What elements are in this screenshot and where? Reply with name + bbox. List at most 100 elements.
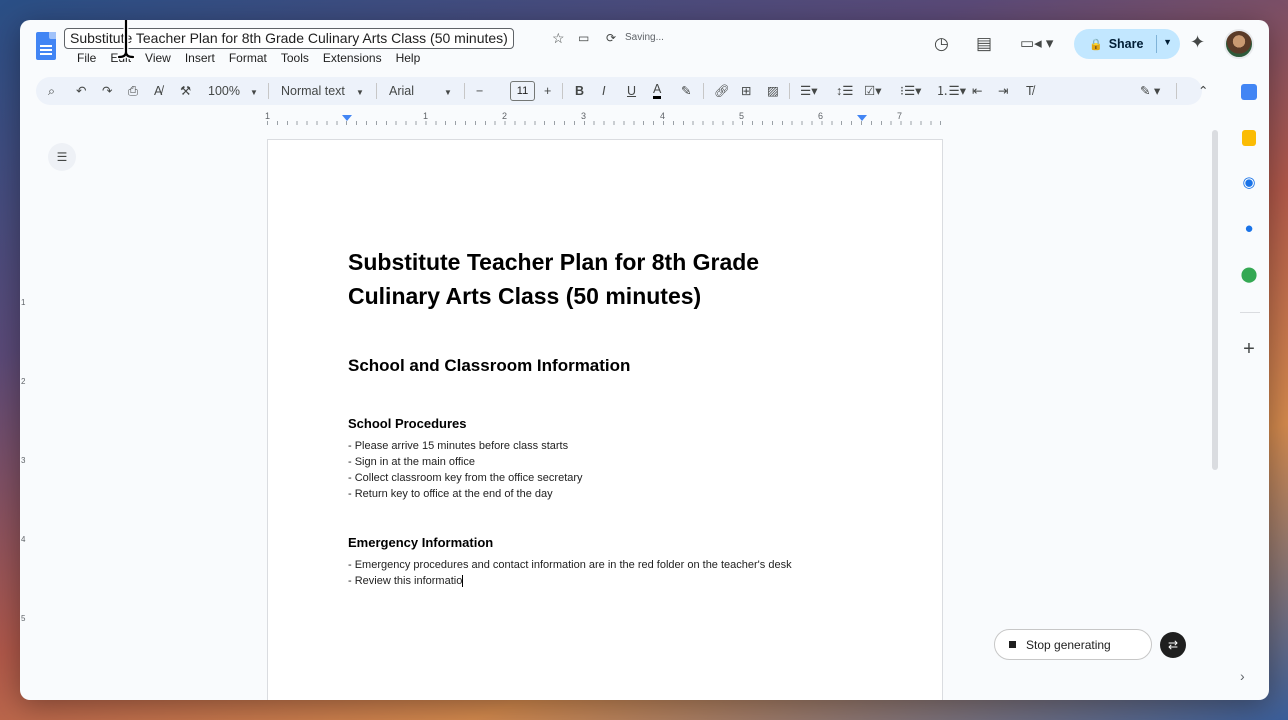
- procedures-heading[interactable]: School Procedures: [348, 416, 466, 431]
- line-spacing-icon[interactable]: ↕☰: [836, 83, 853, 99]
- list-item[interactable]: - Emergency procedures and contact infor…: [348, 557, 792, 573]
- document-page[interactable]: Substitute Teacher Plan for 8th Grade Cu…: [267, 139, 943, 700]
- gemini-icon[interactable]: ✦: [1190, 32, 1205, 53]
- increase-font-icon[interactable]: +: [544, 83, 551, 99]
- bulleted-list-icon[interactable]: ⁝☰▾: [900, 83, 921, 99]
- docs-logo-icon[interactable]: [36, 32, 56, 60]
- menu-file[interactable]: File: [70, 50, 103, 66]
- mouse-cursor-icon: [116, 20, 136, 60]
- checklist-icon[interactable]: ☑▾: [864, 83, 881, 99]
- decrease-font-icon[interactable]: −: [476, 83, 483, 99]
- ruler-number: 6: [818, 111, 824, 121]
- keep-icon[interactable]: [1242, 130, 1256, 146]
- text-cursor: [462, 575, 464, 588]
- calendar-icon[interactable]: [1241, 84, 1257, 100]
- vertical-ruler[interactable]: 1 2 3 4 5: [20, 128, 30, 700]
- undo-icon[interactable]: ↶: [76, 83, 86, 99]
- add-addon-icon[interactable]: +: [1240, 339, 1258, 359]
- horizontal-ruler[interactable]: 1 1 2 3 4 5 6 7: [265, 110, 943, 126]
- chevron-down-icon[interactable]: ▼: [1163, 37, 1172, 47]
- ruler-number: 7: [897, 111, 903, 121]
- editing-mode-icon[interactable]: ✎ ▾: [1140, 83, 1160, 99]
- increase-indent-icon[interactable]: ⇥: [998, 83, 1008, 99]
- print-icon[interactable]: ⎙: [128, 83, 138, 99]
- list-item-text: - Review this informatio: [348, 575, 463, 587]
- ruler-number: 2: [502, 111, 508, 121]
- left-indent-handle[interactable]: [342, 115, 352, 121]
- spellcheck-icon[interactable]: A̸: [154, 83, 162, 99]
- video-icon[interactable]: ▭◂ ▾: [1020, 34, 1053, 52]
- sync-icon: ⟳: [606, 31, 617, 45]
- menu-format[interactable]: Format: [222, 50, 274, 66]
- emergency-list[interactable]: - Emergency procedures and contact infor…: [348, 557, 792, 589]
- list-item[interactable]: - Return key to office at the end of the…: [348, 486, 583, 502]
- decrease-indent-icon[interactable]: ⇤: [972, 83, 982, 99]
- menu-tools[interactable]: Tools: [274, 50, 316, 66]
- zoom-select[interactable]: 100%: [208, 83, 240, 99]
- comment-icon[interactable]: ▤: [976, 34, 992, 54]
- list-item[interactable]: - Review this informatio: [348, 573, 792, 589]
- share-button[interactable]: 🔒 Share ▼: [1074, 29, 1180, 59]
- title-bar: Substitute Teacher Plan for 8th Grade Cu…: [20, 20, 1269, 72]
- contacts-icon[interactable]: ●: [1240, 220, 1258, 238]
- ruler-number: 3: [581, 111, 587, 121]
- bold-icon[interactable]: B: [575, 83, 584, 99]
- font-size-input[interactable]: 11: [510, 81, 535, 101]
- procedures-list[interactable]: - Please arrive 15 minutes before class …: [348, 438, 583, 502]
- menu-view[interactable]: View: [138, 50, 178, 66]
- menu-extensions[interactable]: Extensions: [316, 50, 389, 66]
- list-item[interactable]: - Sign in at the main office: [348, 454, 583, 470]
- ruler-number: 2: [21, 377, 26, 386]
- underline-icon[interactable]: U: [627, 83, 636, 99]
- chevron-right-icon[interactable]: ›: [1240, 668, 1245, 684]
- ruler-number: 4: [660, 111, 666, 121]
- italic-icon[interactable]: I: [602, 83, 605, 99]
- search-icon[interactable]: ⌕: [48, 83, 55, 99]
- chevron-down-icon[interactable]: ▼: [444, 85, 452, 101]
- link-icon[interactable]: 🔗︎: [714, 83, 730, 99]
- share-label: Share: [1108, 37, 1144, 51]
- style-select[interactable]: Normal text: [281, 83, 345, 99]
- redo-icon[interactable]: ↷: [102, 83, 112, 99]
- ruler-number: 1: [265, 111, 271, 121]
- saving-status: Saving...: [625, 32, 664, 43]
- list-item[interactable]: - Please arrive 15 minutes before class …: [348, 438, 583, 454]
- paint-format-icon[interactable]: ⚒: [180, 83, 191, 99]
- menu-help[interactable]: Help: [389, 50, 428, 66]
- star-icon[interactable]: ☆: [552, 30, 565, 47]
- emergency-heading[interactable]: Emergency Information: [348, 535, 493, 550]
- stop-label: Stop generating: [1026, 637, 1111, 652]
- numbered-list-icon[interactable]: ⒈☰▾: [936, 83, 966, 99]
- maps-icon[interactable]: ⬤: [1240, 266, 1258, 284]
- collapse-toolbar-icon[interactable]: ⌃: [1198, 83, 1208, 99]
- menu-insert[interactable]: Insert: [178, 50, 222, 66]
- clear-formatting-icon[interactable]: T̸: [1026, 83, 1034, 99]
- highlight-icon[interactable]: ✎: [681, 83, 691, 99]
- chevron-down-icon[interactable]: ▼: [250, 85, 258, 101]
- chevron-down-icon[interactable]: ▼: [356, 85, 364, 101]
- font-select[interactable]: Arial: [389, 83, 414, 99]
- ruler-number: 4: [21, 535, 26, 544]
- list-item[interactable]: - Collect classroom key from the office …: [348, 470, 583, 486]
- ruler-number: 5: [739, 111, 745, 121]
- align-icon[interactable]: ☰▾: [800, 83, 817, 99]
- stop-icon: [1009, 641, 1016, 648]
- document-heading-2[interactable]: School and Classroom Information: [348, 356, 630, 376]
- document-heading-1[interactable]: Substitute Teacher Plan for 8th Grade Cu…: [348, 245, 828, 313]
- lock-icon: 🔒: [1089, 38, 1103, 51]
- text-color-icon[interactable]: A: [653, 83, 662, 99]
- add-comment-icon[interactable]: ⊞: [741, 83, 751, 99]
- gemini-assist-icon[interactable]: ⇄: [1160, 632, 1186, 658]
- insert-image-icon[interactable]: ▨: [767, 83, 779, 99]
- ruler-number: 3: [21, 456, 26, 465]
- scrollbar[interactable]: [1212, 130, 1218, 470]
- move-folder-icon[interactable]: ▭: [578, 31, 589, 45]
- outline-icon[interactable]: ☰: [48, 143, 76, 171]
- tasks-icon[interactable]: ◉: [1240, 174, 1258, 192]
- stop-generating-button[interactable]: Stop generating: [994, 629, 1152, 660]
- ruler-number: 5: [21, 614, 26, 623]
- avatar[interactable]: [1224, 29, 1254, 59]
- right-indent-handle[interactable]: [857, 115, 867, 121]
- side-panel: ◉ ● ⬤ +: [1232, 72, 1269, 700]
- history-icon[interactable]: ◷: [934, 34, 949, 54]
